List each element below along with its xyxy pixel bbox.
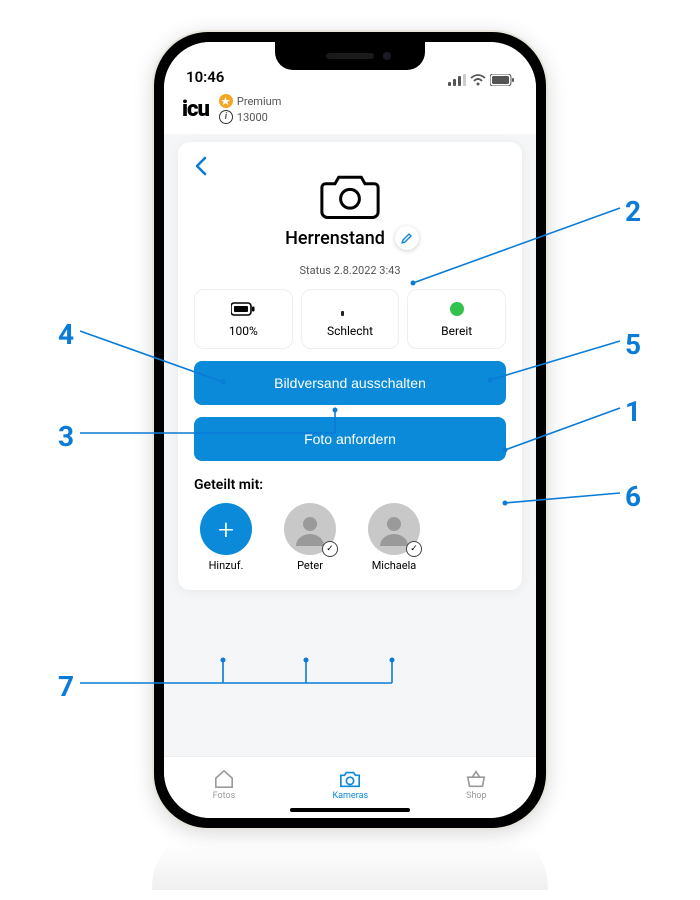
credits-row: i 13000 <box>219 110 281 124</box>
camera-nav-icon <box>339 769 361 789</box>
share-title: Geteilt mit: <box>194 477 506 493</box>
screen: 10:46 icu Premium <box>164 42 536 818</box>
signal-icon <box>341 300 359 318</box>
ready-value: Bereit <box>441 324 472 338</box>
notch <box>275 42 425 70</box>
plus-icon: + <box>200 503 252 555</box>
back-button[interactable] <box>194 156 208 182</box>
nav-shop[interactable]: Shop <box>465 769 487 801</box>
wifi-icon <box>470 74 486 86</box>
nav-photos[interactable]: Fotos <box>213 769 236 801</box>
app-logo: icu <box>182 97 209 122</box>
annotation-7: 7 <box>58 670 74 703</box>
share-row: + Hinzuf. ✓ Peter <box>194 503 506 572</box>
edit-name-button[interactable] <box>395 226 419 250</box>
phone-frame: 10:46 icu Premium <box>152 30 548 830</box>
disable-transfer-button[interactable]: Bildversand ausschalten <box>194 361 506 405</box>
shared-user[interactable]: ✓ Michaela <box>362 503 426 572</box>
annotation-6: 6 <box>625 480 641 513</box>
phone-reflection <box>152 830 548 890</box>
battery-value: 100% <box>229 324 258 338</box>
app-header: icu Premium i 13000 <box>164 90 536 134</box>
share-section: Geteilt mit: + Hinzuf. ✓ <box>194 477 506 572</box>
add-share-button[interactable]: + Hinzuf. <box>194 503 258 572</box>
nav-cameras-label: Kameras <box>333 791 369 801</box>
nav-photos-label: Fotos <box>213 791 236 801</box>
ready-stat: Bereit <box>407 289 506 349</box>
annotation-2: 2 <box>625 195 641 228</box>
status-time: 10:46 <box>186 68 224 86</box>
avatar-icon: ✓ <box>368 503 420 555</box>
signal-stat: Schlecht <box>301 289 400 349</box>
battery-stat: 100% <box>194 289 293 349</box>
annotation-3: 3 <box>58 420 74 453</box>
annotation-1: 1 <box>625 395 641 428</box>
tier-row: Premium <box>219 94 281 108</box>
basket-icon <box>465 769 487 789</box>
camera-icon <box>320 170 380 220</box>
shared-user[interactable]: ✓ Peter <box>278 503 342 572</box>
camera-hero: Herrenstand <box>194 156 506 250</box>
star-icon <box>219 94 233 108</box>
stats-row: 100% Schlecht Bereit <box>194 289 506 349</box>
camera-card: Herrenstand Status 2.8.2022 3:43 <box>178 142 522 590</box>
nav-cameras[interactable]: Kameras <box>333 769 369 801</box>
shared-user-name: Peter <box>297 559 323 572</box>
avatar-icon: ✓ <box>284 503 336 555</box>
credits-value: 13000 <box>237 111 268 124</box>
battery-small-icon <box>231 300 255 318</box>
nav-shop-label: Shop <box>466 791 487 801</box>
home-icon <box>213 769 235 789</box>
add-share-label: Hinzuf. <box>209 559 244 572</box>
check-icon: ✓ <box>322 541 338 557</box>
check-icon: ✓ <box>406 541 422 557</box>
pencil-icon <box>401 232 413 244</box>
info-icon: i <box>219 110 233 124</box>
camera-name: Herrenstand <box>285 228 385 249</box>
bottom-nav: Fotos Kameras Shop <box>164 756 536 818</box>
shared-user-name: Michaela <box>372 559 417 572</box>
battery-icon <box>490 74 514 86</box>
status-icons <box>448 74 514 86</box>
tier-label: Premium <box>237 95 281 108</box>
request-photo-button[interactable]: Foto anfordern <box>194 417 506 461</box>
home-indicator <box>290 808 410 812</box>
annotation-4: 4 <box>58 318 74 351</box>
annotation-5: 5 <box>625 328 641 361</box>
status-timestamp: Status 2.8.2022 3:43 <box>194 264 506 277</box>
cellular-icon <box>448 74 466 86</box>
signal-value: Schlecht <box>327 324 373 338</box>
content-area: Herrenstand Status 2.8.2022 3:43 <box>164 134 536 810</box>
status-dot-icon <box>450 302 464 316</box>
